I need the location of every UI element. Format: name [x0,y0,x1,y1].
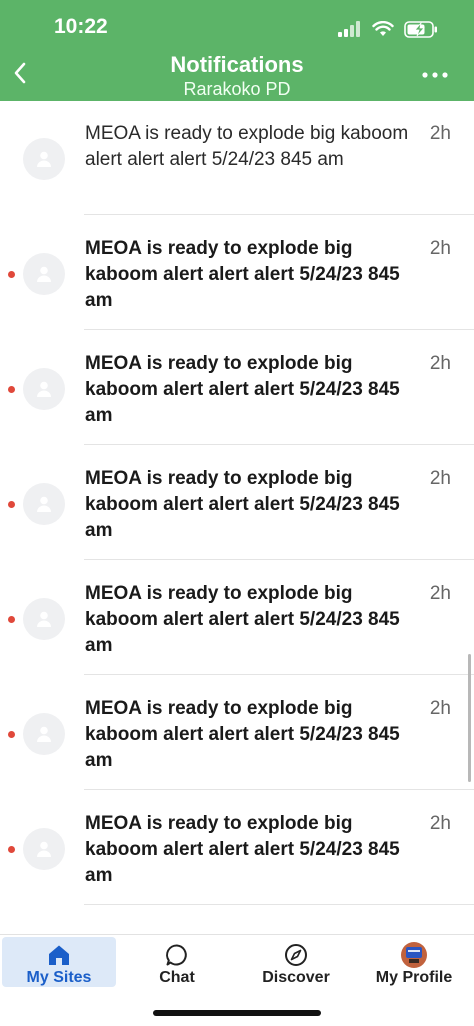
user-placeholder-icon [37,266,51,282]
nav-label: My Profile [375,969,453,986]
scrollbar-thumb[interactable] [468,654,471,782]
notification-time: 2h [429,468,451,489]
user-placeholder-icon [37,151,51,167]
notification-item[interactable]: MEOA is ready to explode big kaboom aler… [0,791,474,905]
page-title: Notifications [170,52,304,77]
user-placeholder-icon [37,381,51,397]
notification-message: MEOA is ready to explode big kaboom aler… [85,353,400,426]
status-bar-time: 10:22 [54,15,108,38]
row-divider [84,674,474,675]
notification-list[interactable]: MEOA is ready to explode big kaboom aler… [0,101,474,934]
sender-avatar [23,713,65,755]
sender-avatar [23,253,65,295]
battery-charging-icon [404,20,437,38]
user-placeholder-icon [37,726,51,742]
notification-time: 2h [429,583,451,604]
more-horizontal-icon [422,72,448,78]
sender-avatar [23,598,65,640]
home-icon [47,943,71,967]
unread-indicator [8,386,15,393]
profile-avatar-icon [400,942,428,968]
home-indicator [153,1010,321,1016]
nav-label: Chat [159,969,195,986]
unread-indicator [8,501,15,508]
notification-time: 2h [429,238,451,259]
notification-message: MEOA is ready to explode big kaboom aler… [85,813,400,886]
notification-item[interactable]: MEOA is ready to explode big kaboom aler… [0,676,474,790]
nav-label: Discover [262,969,330,986]
app-header: 10:22 Notifications Rarakoko PD [0,0,474,101]
page-subtitle: Rarakoko PD [183,79,291,99]
notification-item[interactable]: MEOA is ready to explode big kaboom aler… [0,216,474,330]
cellular-signal-icon [338,21,360,37]
nav-my-profile[interactable]: My Profile [357,937,471,987]
sender-avatar [23,828,65,870]
unread-indicator [8,616,15,623]
notification-time: 2h [429,123,451,144]
row-divider [84,444,474,445]
row-divider [84,329,474,330]
notification-message: MEOA is ready to explode big kaboom aler… [85,468,400,541]
compass-icon [284,943,308,967]
wifi-icon [372,21,394,36]
nav-my-sites[interactable]: My Sites [2,937,116,987]
notification-item[interactable]: MEOA is ready to explode big kaboom aler… [0,101,474,215]
notification-item[interactable]: MEOA is ready to explode big kaboom aler… [0,446,474,560]
chat-bubble-icon [165,943,189,967]
row-divider [84,559,474,560]
more-options-button[interactable] [418,63,452,87]
notification-message: MEOA is ready to explode big kaboom aler… [85,583,400,656]
user-placeholder-icon [37,841,51,857]
notification-time: 2h [429,353,451,374]
row-divider [84,904,474,905]
notification-item[interactable]: MEOA is ready to explode big kaboom aler… [0,561,474,675]
row-divider [84,789,474,790]
nav-label: My Sites [26,969,92,986]
notification-item[interactable]: MEOA is ready to explode big kaboom aler… [0,331,474,445]
user-placeholder-icon [37,611,51,627]
notification-time: 2h [429,813,451,834]
user-placeholder-icon [37,496,51,512]
nav-discover[interactable]: Discover [239,937,353,987]
sender-avatar [23,368,65,410]
status-bar-icons [338,18,438,40]
notification-message: MEOA is ready to explode big kaboom aler… [85,238,400,311]
unread-indicator [8,846,15,853]
notification-message: MEOA is ready to explode big kaboom aler… [85,123,409,170]
sender-avatar [23,138,65,180]
unread-indicator [8,271,15,278]
row-divider [84,214,474,215]
notification-message: MEOA is ready to explode big kaboom aler… [85,698,400,771]
nav-chat[interactable]: Chat [120,937,234,987]
unread-indicator [8,731,15,738]
notification-time: 2h [429,698,451,719]
sender-avatar [23,483,65,525]
